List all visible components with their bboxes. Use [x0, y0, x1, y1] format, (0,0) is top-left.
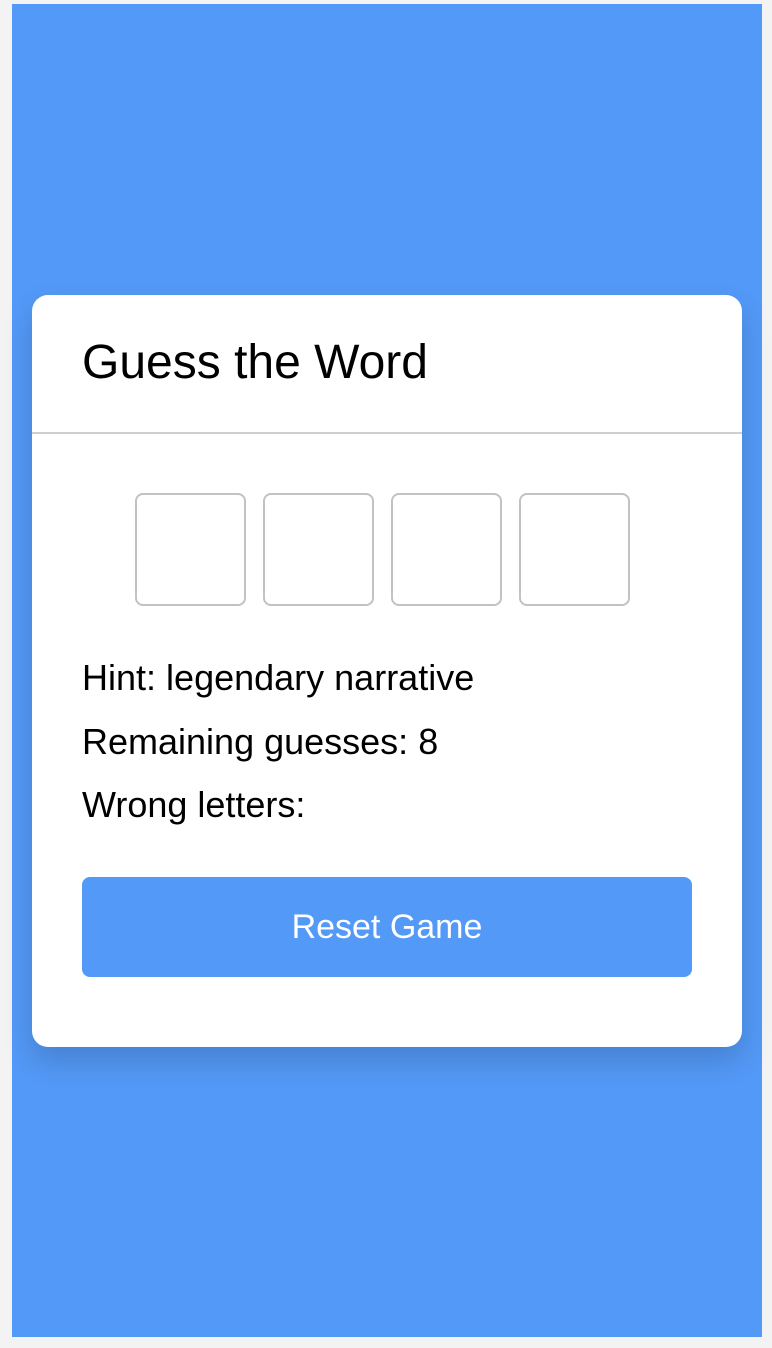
game-title: Guess the Word [82, 336, 428, 389]
hint-value: legendary narrative [166, 657, 475, 698]
letter-box-3 [391, 493, 502, 606]
hint-label: Hint: [82, 657, 157, 698]
card-header: Guess the Word [32, 295, 742, 434]
letter-box-2 [263, 493, 374, 606]
letter-box-1 [135, 493, 246, 606]
wrong-letters-label: Wrong letters: [82, 784, 306, 825]
wrong-letters-text: Wrong letters: [82, 783, 305, 827]
remaining-guesses-label: Remaining guesses: [82, 721, 409, 762]
hint-text: Hint: legendary narrative [82, 656, 474, 700]
reset-game-button[interactable]: Reset Game [82, 877, 692, 977]
letter-box-4 [519, 493, 630, 606]
remaining-guesses-count: 8 [418, 721, 439, 762]
game-card: Guess the Word Hint: legendary narrative… [32, 295, 742, 1047]
remaining-guesses-text: Remaining guesses: 8 [82, 720, 438, 764]
game-background: Guess the Word Hint: legendary narrative… [12, 4, 762, 1337]
word-letter-boxes [135, 493, 630, 606]
